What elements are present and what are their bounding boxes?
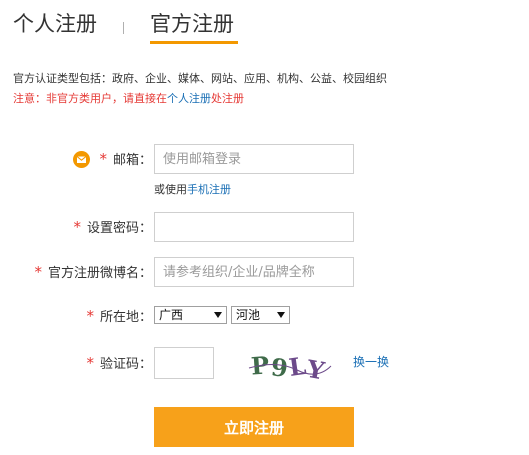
password-label-row: * 设置密码： bbox=[73, 218, 152, 238]
location-label: 所在地： bbox=[99, 310, 152, 325]
refresh-captcha-link[interactable]: 换一换 bbox=[353, 354, 389, 370]
province-value: 广西 bbox=[159, 308, 184, 322]
phone-register-link[interactable]: 手机注册 bbox=[187, 183, 231, 196]
notice-text: 注意：非官方类用户，请直接在个人注册处注册 bbox=[13, 92, 244, 106]
chevron-down-icon bbox=[277, 312, 285, 318]
captcha-input[interactable] bbox=[154, 347, 214, 379]
captcha-label-row: * 验证码： bbox=[86, 354, 152, 374]
weibo-name-input[interactable] bbox=[154, 257, 354, 287]
alt-register-prefix: 或使用 bbox=[154, 183, 187, 196]
captcha-char-4: Y bbox=[304, 354, 328, 386]
email-label-row: * 邮箱： bbox=[99, 150, 152, 170]
notice-prefix: 注意：非官方类用户，请直接在 bbox=[13, 92, 167, 105]
city-value: 河池 bbox=[236, 308, 261, 322]
tab-official-register[interactable]: 官方注册 bbox=[150, 10, 234, 38]
chevron-down-icon bbox=[214, 312, 222, 318]
notice-suffix: 处注册 bbox=[211, 92, 244, 105]
province-select[interactable]: 广西 bbox=[154, 306, 227, 324]
city-select[interactable]: 河池 bbox=[231, 306, 290, 324]
active-tab-indicator bbox=[150, 41, 238, 44]
captcha-image[interactable]: P 9 L Y bbox=[247, 346, 333, 386]
location-label-row: * 所在地： bbox=[86, 307, 152, 327]
password-input[interactable] bbox=[154, 212, 354, 242]
email-input[interactable] bbox=[154, 144, 354, 174]
weibo-name-label: 官方注册微博名： bbox=[47, 266, 152, 281]
submit-register-button[interactable]: 立即注册 bbox=[154, 407, 354, 447]
required-mark: * bbox=[86, 307, 94, 325]
required-mark: * bbox=[86, 354, 94, 372]
captcha-char-2: 9 bbox=[270, 352, 290, 383]
required-mark: * bbox=[99, 150, 107, 168]
tab-personal-register[interactable]: 个人注册 bbox=[13, 10, 97, 38]
email-icon bbox=[73, 151, 90, 168]
password-label: 设置密码： bbox=[86, 221, 152, 236]
required-mark: * bbox=[73, 218, 81, 236]
tab-divider bbox=[123, 22, 124, 34]
alt-register-text: 或使用手机注册 bbox=[154, 183, 231, 197]
weibo-name-label-row: * 官方注册微博名： bbox=[34, 263, 152, 283]
official-types-info: 官方认证类型包括：政府、企业、媒体、网站、应用、机构、公益、校园组织 bbox=[13, 72, 387, 85]
required-mark: * bbox=[34, 263, 42, 281]
captcha-label: 验证码： bbox=[99, 357, 152, 372]
personal-register-link[interactable]: 个人注册 bbox=[167, 92, 211, 105]
email-label: 邮箱： bbox=[112, 153, 152, 168]
